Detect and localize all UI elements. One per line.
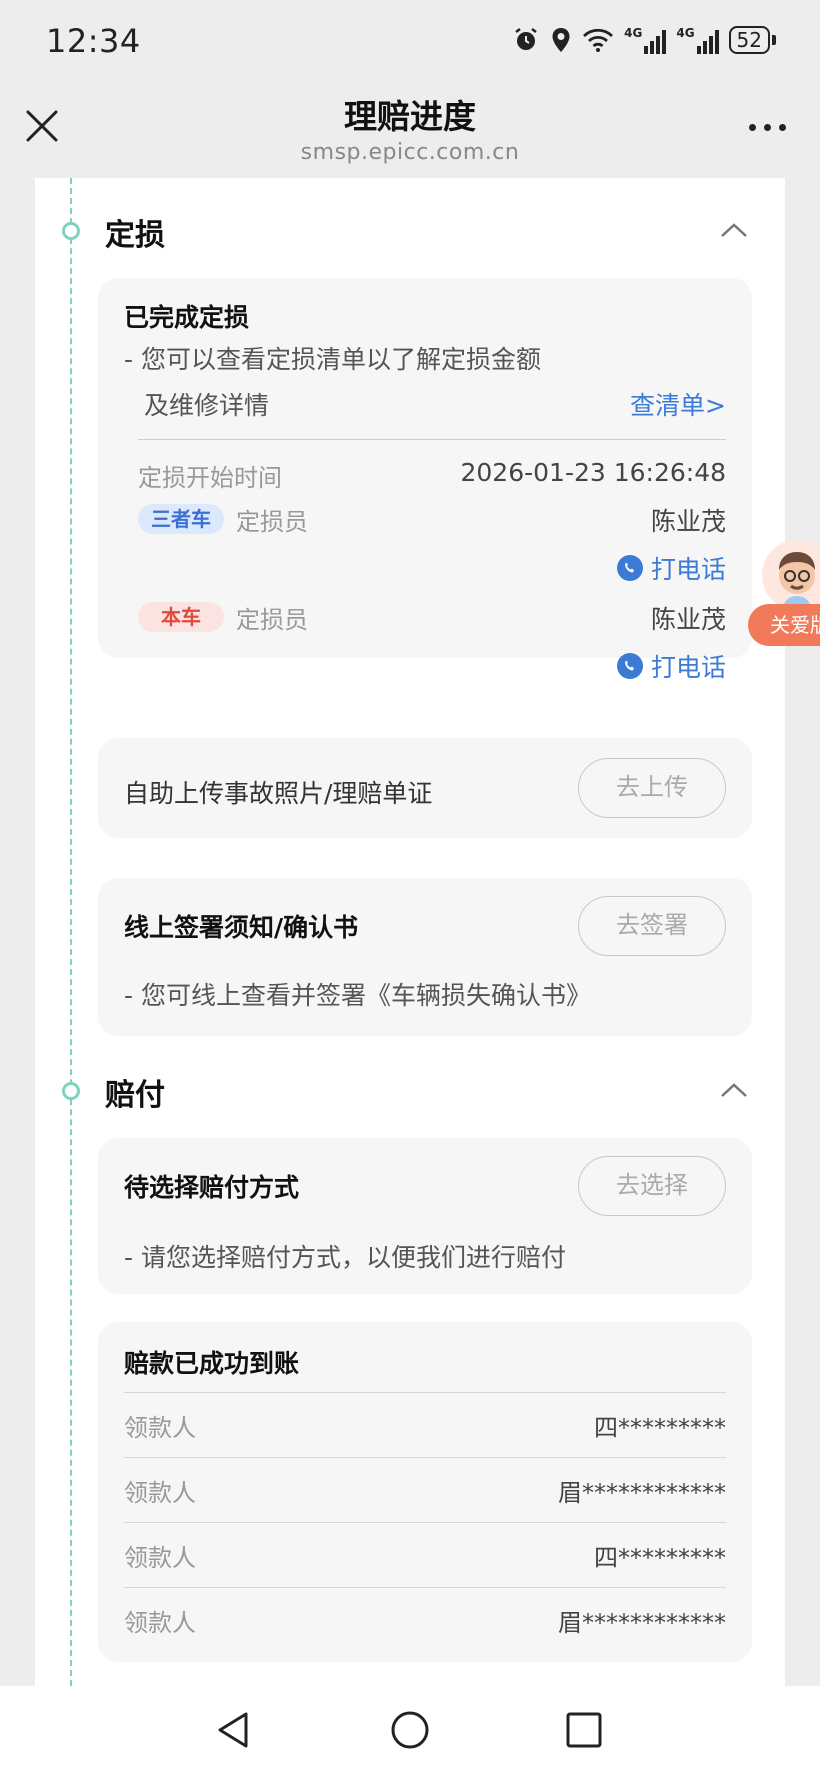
section-title-payment: 赔付 <box>105 1078 165 1113</box>
more-menu-button[interactable] <box>749 124 786 131</box>
battery-indicator: 52 <box>728 26 770 54</box>
assessment-desc-line1: - 您可以查看定损清单以了解定损金额 <box>124 345 541 374</box>
sign-button[interactable]: 去签署 <box>578 896 726 956</box>
call-button[interactable]: 打电话 <box>616 550 726 586</box>
battery-cap <box>772 35 776 45</box>
payee-value: 眉************ <box>558 1609 726 1637</box>
payee-value: 四********* <box>594 1414 726 1442</box>
sign-card-desc: - 您可线上查看并签署《车辆损失确认书》 <box>124 981 591 1010</box>
start-time-value: 2026-01-23 16:26:48 <box>460 458 726 487</box>
more-dot-icon <box>749 124 756 131</box>
page-url: smsp.epicc.com.cn <box>300 140 520 165</box>
phone-icon <box>616 653 643 679</box>
status-bar: 12:34 4G 4G 52 <box>0 0 820 80</box>
divider <box>138 439 726 440</box>
divider <box>124 1522 726 1523</box>
upload-card: 自助上传事故照片/理赔单证 去上传 <box>98 738 752 838</box>
payee-label: 领款人 <box>124 1544 196 1572</box>
payee-value: 眉************ <box>558 1479 726 1507</box>
care-mode-widget[interactable]: 关爱版 <box>748 540 820 650</box>
location-icon <box>552 28 570 52</box>
payee-value: 四********* <box>594 1544 726 1572</box>
payee-label: 领款人 <box>124 1609 196 1637</box>
payee-label: 领款人 <box>124 1414 196 1442</box>
view-list-link[interactable]: 查清单> <box>630 386 726 422</box>
chevron-up-icon[interactable] <box>719 220 749 240</box>
more-dot-icon <box>764 124 771 131</box>
divider <box>124 1392 726 1393</box>
choose-payment-card: 待选择赔付方式 去选择 - 请您选择赔付方式，以便我们进行赔付 <box>98 1138 752 1294</box>
status-icons: 4G 4G 52 <box>512 22 776 58</box>
sign-card: 线上签署须知/确认书 去签署 - 您可线上查看并签署《车辆损失确认书》 <box>98 878 752 1036</box>
choose-card-title: 待选择赔付方式 <box>124 1173 300 1202</box>
assessment-card: 已完成定损 - 您可以查看定损清单以了解定损金额 及维修详情 查清单> 定损开始… <box>98 278 752 658</box>
section-title-assessment: 定损 <box>105 218 165 253</box>
page-title: 理赔进度 <box>344 97 476 136</box>
alarm-icon <box>515 28 537 50</box>
wifi-icon <box>583 28 614 52</box>
chevron-up-icon[interactable] <box>719 1080 749 1100</box>
assessment-card-title: 已完成定损 <box>124 303 250 332</box>
back-icon[interactable] <box>212 1708 256 1752</box>
upload-card-title: 自助上传事故照片/理赔单证 <box>124 779 433 808</box>
own-assessor-name: 陈业茂 <box>650 605 726 634</box>
assessor-label: 定损员 <box>236 606 308 634</box>
choose-button[interactable]: 去选择 <box>578 1156 726 1216</box>
start-time-label: 定损开始时间 <box>138 464 282 492</box>
divider <box>124 1587 726 1588</box>
nav-header: 理赔进度 smsp.epicc.com.cn <box>0 80 820 178</box>
recents-icon[interactable] <box>562 1708 606 1752</box>
phone-icon <box>616 555 643 581</box>
assessor-label: 定损员 <box>236 508 308 536</box>
timeline-line <box>70 178 72 1686</box>
third-party-tag: 三者车 <box>138 504 224 534</box>
signal-icon: 4G <box>624 26 667 54</box>
paid-card-title: 赔款已成功到账 <box>124 1349 300 1378</box>
paid-card: 赔款已成功到账 领款人 四********* 领款人 眉************… <box>98 1322 752 1662</box>
sign-card-title: 线上签署须知/确认书 <box>124 913 359 942</box>
claim-progress-content[interactable]: 定损 已完成定损 - 您可以查看定损清单以了解定损金额 及维修详情 查清单> 定… <box>35 178 785 1686</box>
more-dot-icon <box>779 124 786 131</box>
timeline-dot <box>62 1082 80 1100</box>
assessment-desc-line2: 及维修详情 <box>144 391 270 420</box>
signal-icon-2: 4G <box>676 26 719 54</box>
payee-label: 领款人 <box>124 1479 196 1507</box>
call-label: 打电话 <box>650 555 726 584</box>
system-nav-bar <box>0 1686 820 1776</box>
upload-button[interactable]: 去上传 <box>578 758 726 818</box>
choose-card-desc: - 请您选择赔付方式，以便我们进行赔付 <box>124 1243 566 1272</box>
divider <box>124 1457 726 1458</box>
call-button[interactable]: 打电话 <box>616 648 726 684</box>
timeline-dot <box>62 222 80 240</box>
status-time: 12:34 <box>46 22 141 60</box>
call-label: 打电话 <box>650 653 726 682</box>
care-mode-label: 关爱版 <box>748 604 820 646</box>
own-car-tag: 本车 <box>138 602 224 632</box>
third-party-assessor-name: 陈业茂 <box>650 507 726 536</box>
avatar-icon <box>762 540 820 610</box>
home-icon[interactable] <box>388 1708 432 1752</box>
